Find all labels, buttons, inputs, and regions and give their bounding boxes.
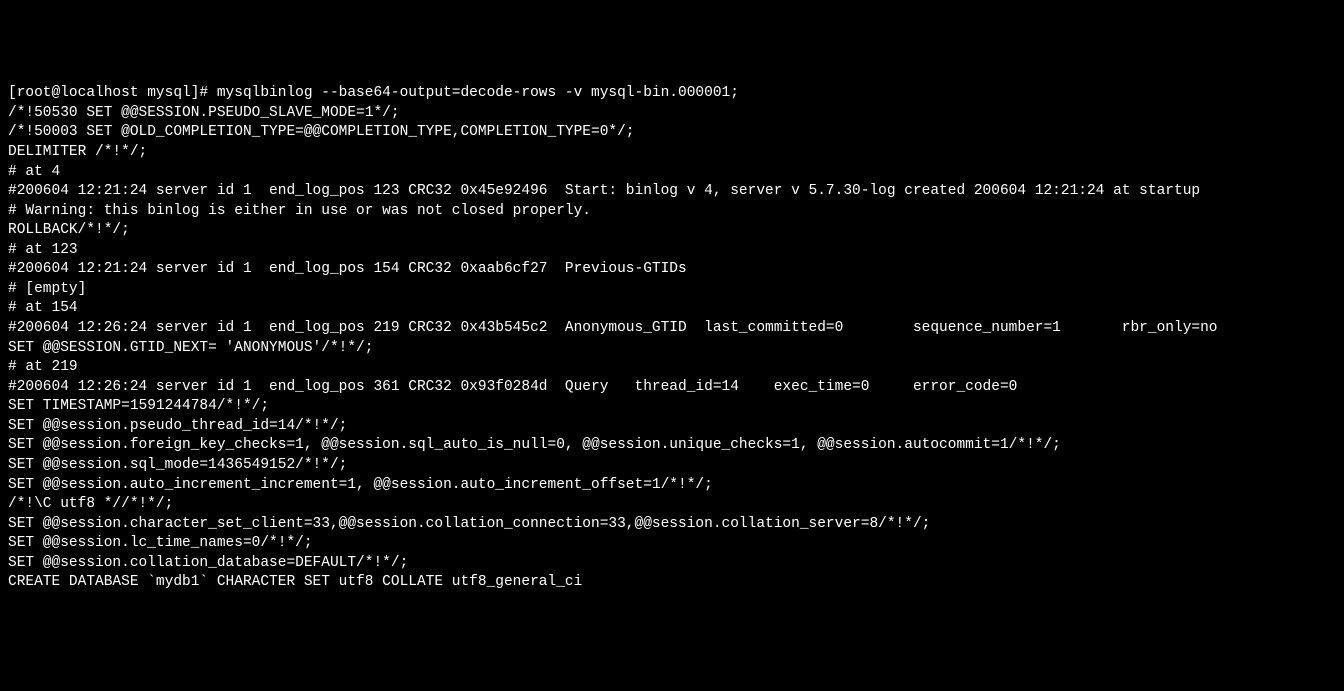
terminal-line: #200604 12:21:24 server id 1 end_log_pos… bbox=[8, 182, 1336, 202]
terminal-line: #200604 12:26:24 server id 1 end_log_pos… bbox=[8, 319, 1336, 339]
terminal-line: # [empty] bbox=[8, 280, 1336, 300]
terminal-line: ROLLBACK/*!*/; bbox=[8, 221, 1336, 241]
terminal-line: SET @@session.pseudo_thread_id=14/*!*/; bbox=[8, 417, 1336, 437]
terminal-line: SET TIMESTAMP=1591244784/*!*/; bbox=[8, 397, 1336, 417]
terminal-line: # at 4 bbox=[8, 163, 1336, 183]
terminal-line: # at 219 bbox=[8, 358, 1336, 378]
terminal-line: DELIMITER /*!*/; bbox=[8, 143, 1336, 163]
terminal-line: SET @@session.auto_increment_increment=1… bbox=[8, 476, 1336, 496]
terminal-line: SET @@session.collation_database=DEFAULT… bbox=[8, 554, 1336, 574]
terminal-line: # Warning: this binlog is either in use … bbox=[8, 202, 1336, 222]
terminal-line: CREATE DATABASE `mydb1` CHARACTER SET ut… bbox=[8, 573, 1336, 593]
terminal-line: #200604 12:26:24 server id 1 end_log_pos… bbox=[8, 378, 1336, 398]
terminal-output[interactable]: [root@localhost mysql]# mysqlbinlog --ba… bbox=[8, 84, 1336, 593]
terminal-line: #200604 12:21:24 server id 1 end_log_pos… bbox=[8, 260, 1336, 280]
terminal-line: /*!50530 SET @@SESSION.PSEUDO_SLAVE_MODE… bbox=[8, 104, 1336, 124]
terminal-line: [root@localhost mysql]# mysqlbinlog --ba… bbox=[8, 84, 1336, 104]
terminal-line: SET @@session.character_set_client=33,@@… bbox=[8, 515, 1336, 535]
terminal-line: SET @@session.lc_time_names=0/*!*/; bbox=[8, 534, 1336, 554]
terminal-line: /*!50003 SET @OLD_COMPLETION_TYPE=@@COMP… bbox=[8, 123, 1336, 143]
terminal-line: /*!\C utf8 *//*!*/; bbox=[8, 495, 1336, 515]
terminal-line: SET @@session.sql_mode=1436549152/*!*/; bbox=[8, 456, 1336, 476]
terminal-line: # at 154 bbox=[8, 299, 1336, 319]
terminal-line: SET @@SESSION.GTID_NEXT= 'ANONYMOUS'/*!*… bbox=[8, 339, 1336, 359]
terminal-line: SET @@session.foreign_key_checks=1, @@se… bbox=[8, 436, 1336, 456]
terminal-line: # at 123 bbox=[8, 241, 1336, 261]
